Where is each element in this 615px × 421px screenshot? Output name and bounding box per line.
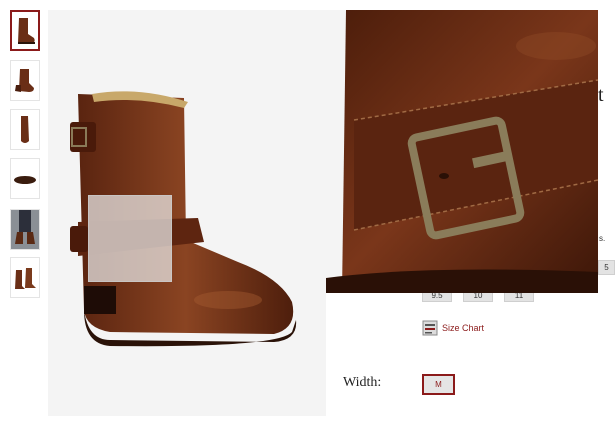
zoomed-buckle-image bbox=[326, 10, 598, 293]
width-option-m[interactable]: M bbox=[422, 374, 455, 395]
thumbnail-worn-view[interactable] bbox=[10, 209, 40, 250]
size-note-fragment: s. bbox=[599, 234, 606, 243]
thumbnail-side-view[interactable] bbox=[10, 10, 40, 51]
zoom-lens[interactable] bbox=[88, 195, 172, 282]
thumbnail-front-view[interactable] bbox=[10, 109, 40, 150]
boot-worn-icon bbox=[11, 210, 39, 249]
size-chart-icon bbox=[422, 320, 438, 336]
boot-front-icon bbox=[21, 116, 29, 143]
zoom-preview bbox=[326, 10, 598, 293]
size-button-partial[interactable]: 5 bbox=[598, 260, 615, 275]
size-chart-link[interactable]: Size Chart bbox=[422, 320, 484, 336]
boot-angled-icon bbox=[15, 69, 34, 92]
thumbnail-pair-view[interactable] bbox=[10, 257, 40, 298]
thumbnail-angled-view[interactable] bbox=[10, 60, 40, 101]
product-title-fragment: t bbox=[598, 84, 604, 106]
boot-pair-icon bbox=[15, 268, 36, 289]
boot-sole-icon bbox=[14, 176, 36, 184]
main-product-image[interactable] bbox=[48, 10, 326, 416]
thumbnail-sole-view[interactable] bbox=[10, 158, 40, 199]
boot-thumbnail-icon bbox=[18, 18, 35, 44]
width-label: Width: bbox=[343, 375, 382, 390]
size-chart-label: Size Chart bbox=[442, 323, 485, 333]
thumbnail-strip bbox=[0, 0, 48, 416]
